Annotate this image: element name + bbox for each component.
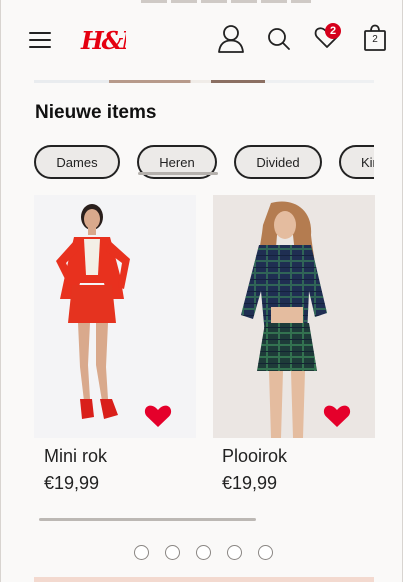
site-header: H&M 2 2 bbox=[1, 18, 402, 62]
menu-icon[interactable] bbox=[29, 32, 51, 48]
filter-chip-dames[interactable]: Dames bbox=[34, 145, 120, 179]
brand-logo[interactable]: H&M bbox=[80, 22, 126, 56]
next-section-edge bbox=[34, 577, 374, 582]
carousel-pagination bbox=[134, 545, 273, 560]
filter-chip-kids[interactable]: Kin bbox=[339, 145, 374, 179]
favorites-count-badge: 2 bbox=[325, 23, 341, 39]
product-image[interactable] bbox=[213, 195, 375, 438]
product-photo-mini-rok bbox=[56, 204, 130, 419]
product-photo-plooirok bbox=[241, 201, 327, 438]
pagination-dot[interactable] bbox=[258, 545, 273, 560]
bag-count: 2 bbox=[372, 34, 378, 45]
product-image[interactable] bbox=[34, 195, 196, 438]
previous-banner-edge bbox=[34, 80, 374, 83]
page: H&M 2 2 Nieuwe items Dames Heren Divided… bbox=[0, 0, 403, 582]
favorite-heart-icon[interactable] bbox=[323, 404, 351, 428]
svg-text:H&M: H&M bbox=[80, 26, 126, 55]
pagination-dot[interactable] bbox=[196, 545, 211, 560]
product-name[interactable]: Plooirok bbox=[222, 446, 375, 467]
product-price: €19,99 bbox=[222, 473, 278, 493]
category-filter-bar: Dames Heren Divided Kin bbox=[34, 145, 374, 181]
favorite-heart-icon[interactable] bbox=[144, 404, 172, 428]
search-icon[interactable] bbox=[266, 24, 292, 52]
pagination-dot[interactable] bbox=[227, 545, 242, 560]
previous-section-edge bbox=[141, 0, 311, 3]
product-card[interactable]: Plooirok €19,99 bbox=[213, 195, 375, 494]
product-card[interactable]: Mini rok €19,99 bbox=[34, 195, 196, 494]
filter-scrollbar[interactable] bbox=[138, 172, 218, 175]
pagination-dot[interactable] bbox=[165, 545, 180, 560]
products-scrollbar[interactable] bbox=[39, 518, 256, 521]
account-icon[interactable] bbox=[217, 24, 245, 54]
product-name[interactable]: Mini rok bbox=[44, 446, 196, 467]
pagination-dot[interactable] bbox=[134, 545, 149, 560]
product-price: €19,99 bbox=[44, 473, 100, 493]
filter-chip-divided[interactable]: Divided bbox=[234, 145, 322, 179]
section-title: Nieuwe items bbox=[35, 102, 157, 123]
